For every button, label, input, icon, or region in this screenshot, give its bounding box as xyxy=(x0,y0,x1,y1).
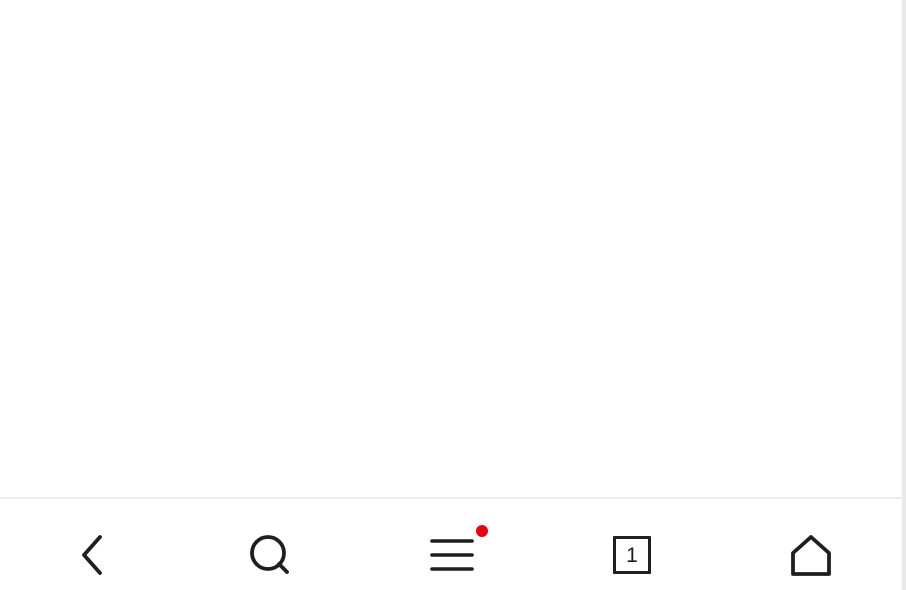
search-icon xyxy=(250,535,289,574)
right-edge-scrollbar[interactable] xyxy=(902,0,906,590)
back-button[interactable] xyxy=(56,525,128,585)
menu-icon-wrapper xyxy=(430,525,488,573)
browser-viewport: 1 xyxy=(0,0,906,590)
bottom-toolbar: 1 xyxy=(0,497,902,590)
menu-icon xyxy=(430,539,474,571)
search-button[interactable] xyxy=(234,525,306,585)
home-icon xyxy=(791,535,831,576)
notification-dot-icon xyxy=(476,525,488,537)
tabs-button[interactable]: 1 xyxy=(596,525,668,585)
tab-count: 1 xyxy=(626,543,638,567)
toolbar-divider xyxy=(0,497,902,499)
menu-button[interactable] xyxy=(416,525,488,585)
page-content-area[interactable] xyxy=(0,0,902,497)
home-button[interactable] xyxy=(775,525,847,585)
tabs-icon: 1 xyxy=(613,536,651,574)
back-icon xyxy=(82,535,102,575)
